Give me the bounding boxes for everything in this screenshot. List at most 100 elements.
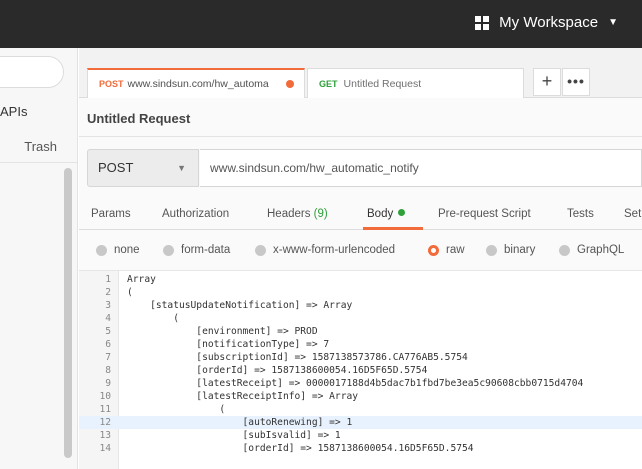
code-line[interactable]: 10 [latestReceiptInfo] => Array [79,390,642,403]
line-number: 6 [105,339,111,350]
radio-selected-icon [428,244,439,256]
code-text: Array [127,274,156,285]
url-input[interactable]: www.sindsun.com/hw_automatic_notify [200,149,642,187]
sidebar-divider [0,162,78,163]
radio-raw[interactable]: raw [428,244,465,256]
line-number: 12 [99,417,111,428]
code-text: [orderId] => 1587138600054.16D5F65D.5754 [127,365,428,376]
code-line[interactable]: 11 ( [79,403,642,416]
body-code-editor[interactable]: 1 Array 2(3 [statusUpdateNotification] => … [79,270,642,469]
workspace-label: My Workspace [499,14,599,31]
radio-label: raw [446,244,465,256]
radio-icon [486,244,497,256]
tab-get-request[interactable]: GET Untitled Request [307,68,524,98]
sidebar-item-trash[interactable]: Trash [24,139,57,154]
unsaved-dot-icon [286,80,294,88]
code-line[interactable]: 3 [statusUpdateNotification] => Array [79,299,642,312]
main-panel: POST www.sindsun.com/hw_automa GET Untit… [79,48,642,469]
sidebar-item-apis[interactable]: APIs [0,104,27,119]
grid-icon [475,15,490,30]
code-line[interactable]: 13 [subIsvalid] => 1 [79,429,642,442]
code-text: [environment] => PROD [127,326,318,337]
code-text: [subIsvalid] => 1 [127,430,341,441]
tab-label: Untitled Request [343,77,422,90]
request-tab-strip: POST www.sindsun.com/hw_automa GET Untit… [79,48,642,98]
code-line[interactable]: 5 [environment] => PROD [79,325,642,338]
radio-none[interactable]: none [96,244,140,256]
code-line[interactable]: 4 ( [79,312,642,325]
chevron-down-icon: ▼ [608,17,618,28]
tab-tests[interactable]: Tests [567,208,594,220]
code-text: [latestReceiptInfo] => Array [127,391,359,402]
radio-label: GraphQL [577,244,625,256]
request-title: Untitled Request [87,111,191,126]
code-text: ( [127,287,133,298]
code-text: [orderId] => 1587138600054.16D5F65D.5754 [127,443,474,454]
tab-body-label: Body [367,208,394,220]
radio-label: form-data [181,244,231,256]
sidebar: APIs Trash [0,48,78,469]
radio-icon [163,244,174,256]
tab-label: www.sindsun.com/hw_automa [127,78,269,90]
tab-headers[interactable]: Headers (9) [267,208,328,220]
line-number: 11 [99,404,111,415]
code-line[interactable]: 2( [79,286,642,299]
code-line[interactable]: 8 [orderId] => 1587138600054.16D5F65D.57… [79,364,642,377]
line-number: 10 [99,391,111,402]
tab-method: POST [99,79,124,89]
add-tab-button[interactable]: + [533,68,561,96]
more-tabs-button[interactable]: ••• [562,68,590,96]
code-text: [autoRenewing] => 1 [127,417,353,428]
radio-graphql[interactable]: GraphQL [559,244,624,256]
line-number: 14 [99,443,111,454]
line-number: 1 [105,274,111,285]
tab-prerequest-script[interactable]: Pre-request Script [438,208,531,220]
line-number: 8 [105,365,111,376]
active-tab-indicator [363,227,423,230]
status-dot-icon [398,209,406,216]
tab-body[interactable]: Body [367,208,406,220]
workspace-switcher[interactable]: My Workspace ▼ [475,14,618,31]
code-line[interactable]: 6 [notificationType] => 7 [79,338,642,351]
tab-authorization[interactable]: Authorization [162,208,229,220]
code-text: [subscriptionId] => 1587138573786.CA776A… [127,352,468,363]
tab-settings[interactable]: Set [624,208,641,220]
top-bar: My Workspace ▼ [0,0,642,48]
radio-form-data[interactable]: form-data [163,244,230,256]
radio-label: none [114,244,140,256]
radio-icon [255,244,266,256]
code-text: [notificationType] => 7 [127,339,330,350]
line-number: 3 [105,300,111,311]
code-line[interactable]: 7 [subscriptionId] => 1587138573786.CA77… [79,351,642,364]
search-input[interactable] [0,56,64,88]
radio-icon [96,244,107,256]
line-number: 9 [105,378,111,389]
tab-params[interactable]: Params [91,208,131,220]
line-number: 4 [105,313,111,324]
chevron-down-icon: ▼ [177,163,186,173]
code-text: ( [127,404,226,415]
tab-post-request[interactable]: POST www.sindsun.com/hw_automa [87,68,305,98]
line-number: 5 [105,326,111,337]
code-line[interactable]: 1 Array [79,273,642,286]
body-type-radios: none form-data x-www-form-urlencoded raw… [79,234,642,268]
line-number: 13 [99,430,111,441]
method-value: POST [98,160,134,175]
code-line[interactable]: 12 [autoRenewing] => 1 [79,416,642,429]
radio-binary[interactable]: binary [486,244,535,256]
code-text: [latestReceipt] => 0000017188d4b5dac7b1f… [127,378,584,389]
line-number: 2 [105,287,111,298]
code-text: [statusUpdateNotification] => Array [127,300,353,311]
sidebar-scrollbar[interactable] [64,168,72,458]
method-select[interactable]: POST ▼ [87,149,199,187]
radio-label: binary [504,244,536,256]
tab-headers-label: Headers [267,208,311,220]
code-line[interactable]: 14 [orderId] => 1587138600054.16D5F65D.5… [79,442,642,455]
tab-method: GET [319,78,338,89]
code-line[interactable]: 9 [latestReceipt] => 0000017188d4b5dac7b… [79,377,642,390]
radio-urlencoded[interactable]: x-www-form-urlencoded [255,244,395,256]
headers-count: (9) [313,208,328,220]
request-options-tabs: Params Authorization Headers (9) Body Pr… [79,198,642,230]
code-text: ( [127,313,179,324]
radio-label: x-www-form-urlencoded [273,244,396,256]
